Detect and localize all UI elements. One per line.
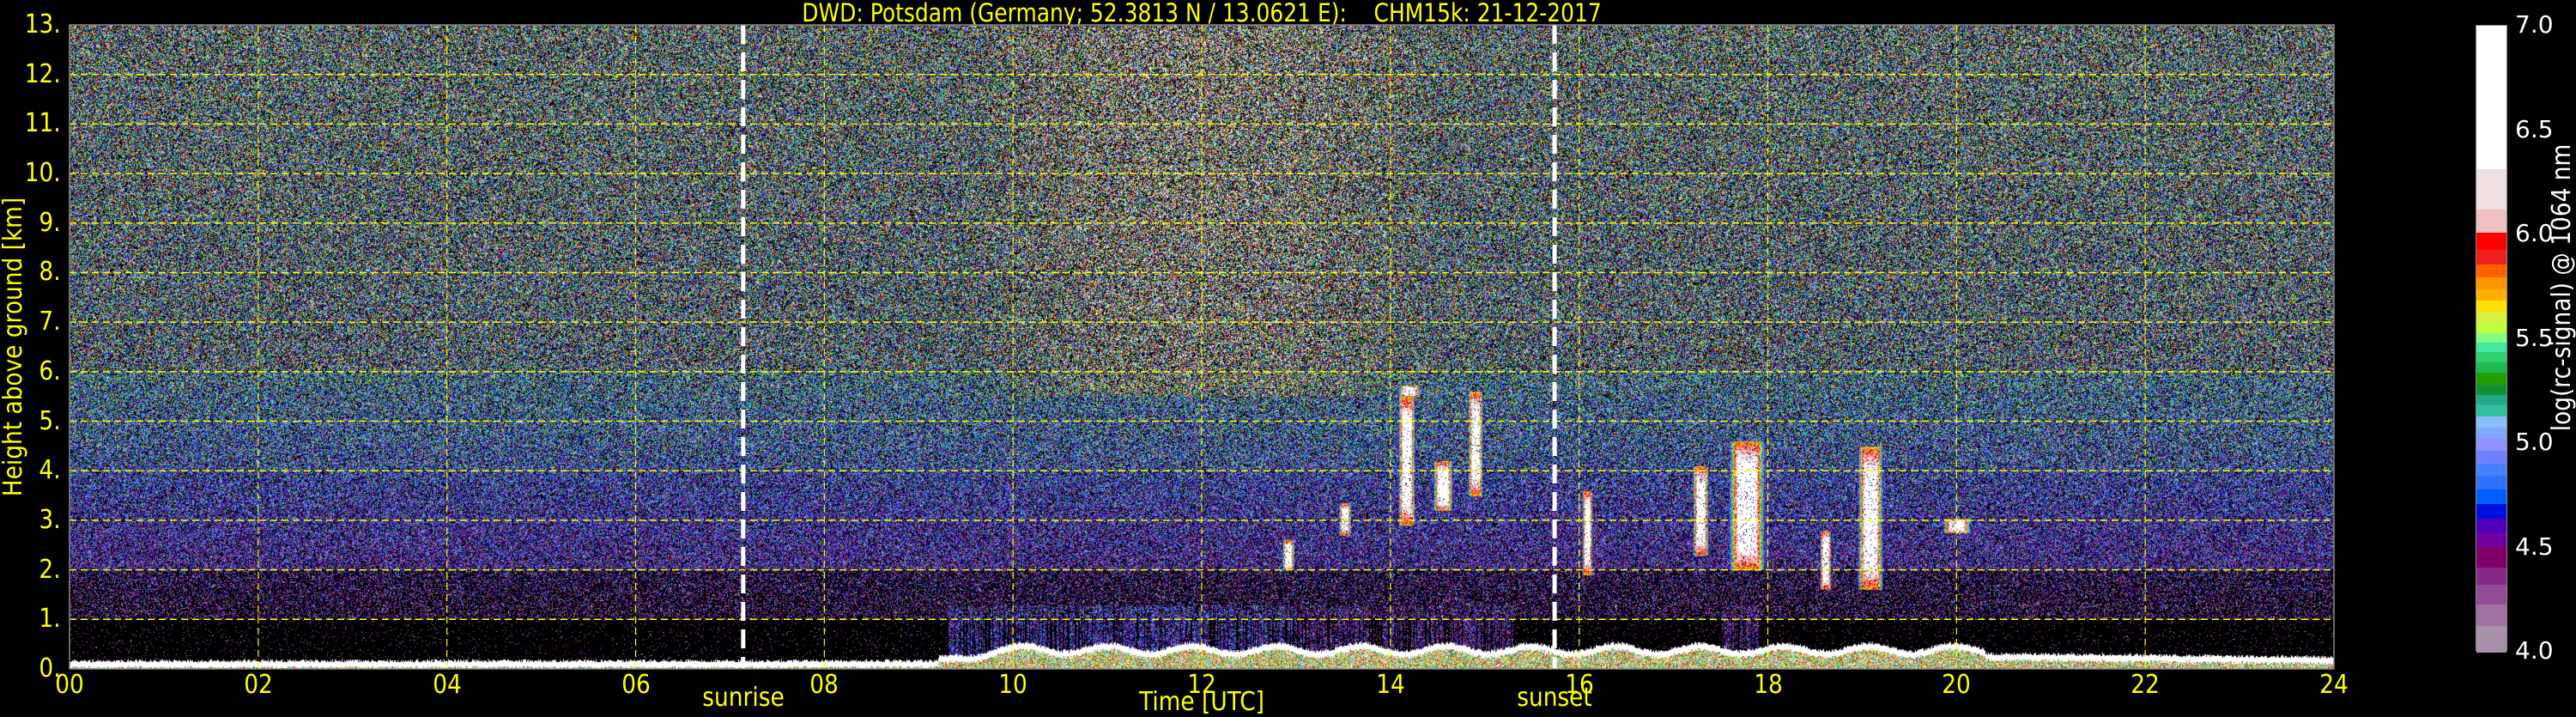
colorbar-segment <box>2476 26 2506 169</box>
colorbar-segment <box>2476 332 2506 343</box>
x-tick-label: 22 <box>2131 670 2160 700</box>
y-tick-label: 9. <box>39 207 61 238</box>
colorbar-segment <box>2476 416 2506 428</box>
x-tick-label: 02 <box>244 670 273 700</box>
x-tick-label: 10 <box>998 670 1027 700</box>
colorbar-segment <box>2476 463 2506 477</box>
colorbar-tick-label: 4.0 <box>2515 636 2554 665</box>
y-tick-label: 10. <box>25 158 61 189</box>
y-tick-label: 8. <box>39 257 61 288</box>
colorbar-segment <box>2476 546 2506 568</box>
colorbar-segment <box>2476 372 2506 385</box>
colorbar-segment <box>2476 209 2506 233</box>
y-tick-label: 12. <box>25 58 61 89</box>
colorbar-segment <box>2476 450 2506 465</box>
colorbar-segment <box>2476 311 2506 322</box>
colorbar-segment <box>2476 404 2506 416</box>
colorbar-tick-label: 4.5 <box>2515 532 2554 561</box>
colorbar-segment <box>2476 475 2506 490</box>
colorbar-tick-label: 7.0 <box>2515 10 2554 39</box>
y-tick-label: 1. <box>39 604 61 635</box>
colorbar-segment <box>2476 300 2506 312</box>
colorbar-segment <box>2476 249 2506 264</box>
x-tick-label: 00 <box>55 670 84 700</box>
x-tick-label: 14 <box>1376 670 1405 700</box>
colorbar-segment <box>2476 489 2506 505</box>
colorbar <box>2476 25 2507 653</box>
colorbar-segment <box>2476 604 2506 627</box>
y-tick-label: 4. <box>39 455 61 486</box>
colorbar-segment <box>2476 567 2506 585</box>
plot-area <box>69 24 2335 670</box>
colorbar-segment <box>2476 289 2506 301</box>
colorbar-tick-label: 5.0 <box>2515 428 2554 456</box>
x-tick-label: 06 <box>621 670 651 700</box>
y-tick-label: 13. <box>25 9 61 39</box>
x-axis-label: Time [UTC] <box>1139 687 1264 717</box>
colorbar-segment <box>2476 584 2506 605</box>
colorbar-segment <box>2476 276 2506 289</box>
y-tick-label: 11. <box>25 108 61 139</box>
colorbar-segment <box>2476 625 2506 653</box>
y-tick-label: 2. <box>39 554 61 585</box>
colorbar-tick-label: 6.5 <box>2515 114 2554 143</box>
y-axis-label: Height above ground [km] <box>0 197 28 497</box>
x-tick-label: 04 <box>432 670 462 700</box>
colorbar-segment <box>2476 384 2506 396</box>
colorbar-segment <box>2476 532 2506 548</box>
chart-title: DWD: Potsdam (Germany; 52.3813 N / 13.06… <box>802 0 1602 27</box>
colorbar-segment <box>2476 427 2506 440</box>
colorbar-segment <box>2476 394 2506 404</box>
y-tick-label: 6. <box>39 355 61 386</box>
y-tick-label: 7. <box>39 307 61 337</box>
colorbar-segment <box>2476 264 2506 278</box>
colorbar-segment <box>2476 168 2506 210</box>
x-tick-label: 18 <box>1753 670 1783 700</box>
colorbar-segment <box>2476 362 2506 374</box>
colorbar-segment <box>2476 503 2506 520</box>
x-tick-label: 08 <box>809 670 839 700</box>
colorbar-segment <box>2476 438 2506 452</box>
y-tick-label: 5. <box>39 405 61 436</box>
y-tick-label: 3. <box>39 504 61 535</box>
colorbar-segment <box>2476 321 2506 333</box>
colorbar-segment <box>2476 351 2506 362</box>
x-tick-label: 24 <box>2319 670 2349 700</box>
grid-overlay <box>69 24 2335 670</box>
colorbar-segment <box>2476 518 2506 534</box>
colorbar-segment <box>2476 342 2506 353</box>
colorbar-segment <box>2476 232 2506 251</box>
colorbar-label: log(rc-signal) @ 1064 nm <box>2547 143 2576 432</box>
x-tick-label: 20 <box>1942 670 1972 700</box>
